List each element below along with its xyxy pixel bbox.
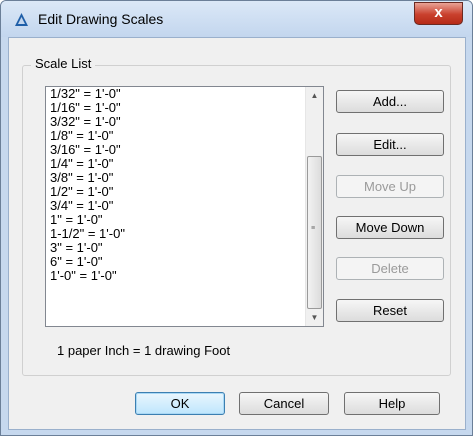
add-button[interactable]: Add...: [336, 90, 444, 113]
scale-list-item[interactable]: 1/32" = 1'-0": [46, 87, 308, 101]
help-button[interactable]: Help: [344, 392, 440, 415]
scale-list-item[interactable]: 1-1/2" = 1'-0": [46, 227, 308, 241]
scrollbar-thumb[interactable]: ≡: [307, 156, 322, 309]
scale-description-text: 1 paper Inch = 1 drawing Foot: [57, 343, 231, 358]
scale-list-item[interactable]: 1'-0" = 1'-0": [46, 269, 308, 283]
scale-list-item[interactable]: 1/2" = 1'-0": [46, 185, 308, 199]
scale-list-item[interactable]: 1/8" = 1'-0": [46, 129, 308, 143]
scale-list-item[interactable]: 1/4" = 1'-0": [46, 157, 308, 171]
ok-button[interactable]: OK: [135, 392, 225, 415]
scale-list-label: Scale List: [31, 56, 96, 71]
delete-button[interactable]: Delete: [336, 257, 444, 280]
scrollbar-grip-icon: ≡: [311, 225, 316, 232]
scale-listbox[interactable]: 1/32" = 1'-0" 1/16" = 1'-0" 3/32" = 1'-0" 1…: [45, 86, 324, 327]
scale-list-item[interactable]: 3/8" = 1'-0": [46, 171, 308, 185]
cancel-button[interactable]: Cancel: [239, 392, 329, 415]
reset-button[interactable]: Reset: [336, 299, 444, 322]
scale-list-item[interactable]: 3/4" = 1'-0": [46, 199, 308, 213]
close-button[interactable]: x: [414, 2, 463, 25]
move-down-button[interactable]: Move Down: [336, 216, 444, 239]
title-bar[interactable]: Edit Drawing Scales x: [1, 1, 472, 37]
scroll-down-arrow-icon[interactable]: ▼: [306, 309, 323, 326]
scale-list-item[interactable]: 6" = 1'-0": [46, 255, 308, 269]
scale-list-items: 1/32" = 1'-0" 1/16" = 1'-0" 3/32" = 1'-0" 1…: [46, 87, 308, 283]
scale-list-item[interactable]: 3/16" = 1'-0": [46, 143, 308, 157]
scale-list-item[interactable]: 3/32" = 1'-0": [46, 115, 308, 129]
vertical-scrollbar[interactable]: ▲ ≡ ▼: [305, 87, 323, 326]
scale-list-item[interactable]: 3" = 1'-0": [46, 241, 308, 255]
edit-button[interactable]: Edit...: [336, 133, 444, 156]
window-title: Edit Drawing Scales: [38, 11, 164, 27]
move-up-button[interactable]: Move Up: [336, 175, 444, 198]
scale-list-item[interactable]: 1" = 1'-0": [46, 213, 308, 227]
autocad-logo-icon: [15, 13, 28, 26]
scale-list-item[interactable]: 1/16" = 1'-0": [46, 101, 308, 115]
scroll-up-arrow-icon[interactable]: ▲: [306, 87, 323, 104]
